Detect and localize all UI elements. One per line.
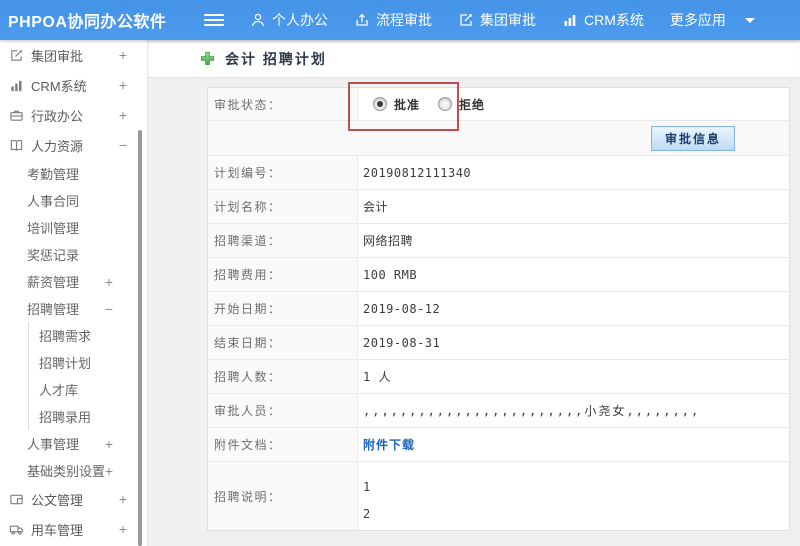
sidebar-item-crm[interactable]: CRM系统 + [0, 70, 147, 100]
row-approvers: 审批人员： ,,,,,,,,,,,,,,,,,,,,,,,,小尧女,,,,,,,… [208, 394, 789, 428]
nav-workflow-approval[interactable]: 流程审批 [354, 10, 432, 30]
main-content: 会计 招聘计划 审批状态： 批准 拒绝 审批信息 计划编号： 201908121… [148, 40, 800, 546]
expand-icon[interactable]: + [105, 463, 113, 479]
sidebar-item-attendance[interactable]: 考勤管理 [0, 160, 147, 187]
collapse-icon[interactable]: − [119, 137, 127, 153]
workflow-icon [354, 12, 370, 28]
attachment-download-link[interactable]: 附件下载 [363, 436, 415, 453]
expand-icon[interactable]: + [119, 521, 127, 537]
expand-icon[interactable]: + [105, 274, 113, 290]
briefcase-icon [9, 108, 24, 123]
expand-icon[interactable]: + [119, 107, 127, 123]
radio-approve[interactable]: 批准 [373, 96, 420, 113]
bar-chart-icon [9, 78, 24, 93]
plan-number-value: 20190812111340 [363, 165, 472, 180]
expand-icon[interactable]: + [119, 491, 127, 507]
sidebar-item-hr-contract[interactable]: 人事合同 [0, 187, 147, 214]
sidebar-item-recruit-hire[interactable]: 招聘录用 [29, 403, 147, 430]
nav-label: 更多应用 [669, 12, 726, 28]
row-approval-status: 审批状态： 批准 拒绝 [208, 88, 789, 121]
sidebar-scrollbar[interactable] [138, 130, 142, 546]
truck-icon [9, 522, 24, 537]
nav-label: 集团审批 [480, 12, 536, 28]
app-logo: PHPOA协同办公软件 [8, 14, 167, 31]
sidebar-item-group-approval[interactable]: 集团审批 + [0, 40, 147, 70]
approve-info-button[interactable]: 审批信息 [650, 125, 735, 151]
nav-crm-system[interactable]: CRM系统 [562, 10, 644, 30]
top-navigation: 个人办公 流程审批 集团审批 CRM系统 更多应用 [224, 10, 755, 30]
sidebar-item-recruit-mgmt[interactable]: 招聘管理 − [0, 295, 147, 322]
row-headcount: 招聘人数： 1 人 [208, 360, 789, 394]
nav-group-approval[interactable]: 集团审批 [458, 10, 536, 30]
edit-icon [458, 12, 474, 28]
approval-status-radio-group: 批准 拒绝 [363, 96, 485, 113]
radio-button-unchecked-icon[interactable] [438, 97, 453, 111]
row-recruit-cost: 招聘费用： 100 RMB [208, 258, 789, 292]
sidebar-item-document-mgmt[interactable]: 公文管理 + [0, 484, 147, 514]
nav-label: CRM系统 [584, 12, 644, 28]
collapse-icon[interactable]: − [105, 301, 113, 317]
topbar: PHPOA协同办公软件 个人办公 流程审批 集团审批 CRM系统 更多应用 [0, 0, 800, 40]
sidebar-item-hr[interactable]: 人力资源 − [0, 130, 147, 160]
radio-reject[interactable]: 拒绝 [438, 96, 485, 113]
nav-label: 流程审批 [376, 12, 432, 28]
detail-form-panel: 审批状态： 批准 拒绝 审批信息 计划编号： 20190812111340 计划… [207, 87, 790, 531]
row-plan-number: 计划编号： 20190812111340 [208, 156, 789, 190]
sidebar-item-talent-pool[interactable]: 人才库 [29, 376, 147, 403]
edit-square-icon [9, 48, 24, 63]
recruit-submenu: 招聘需求 招聘计划 人才库 招聘录用 [28, 322, 147, 430]
expand-icon[interactable]: + [119, 47, 127, 63]
app-window: PHPOA协同办公软件 个人办公 流程审批 集团审批 CRM系统 更多应用 集团… [0, 0, 800, 546]
sidebar-item-admin-office[interactable]: 行政办公 + [0, 100, 147, 130]
caret-down-icon [744, 17, 755, 23]
sidebar-item-vehicle-mgmt[interactable]: 用车管理 + [0, 514, 147, 544]
nav-more-apps[interactable]: 更多应用 [670, 10, 755, 30]
recruit-cost-value: 100 RMB [363, 267, 418, 282]
sidebar-item-training[interactable]: 培训管理 [0, 214, 147, 241]
user-icon [250, 12, 266, 28]
nav-label: 个人办公 [272, 12, 328, 28]
start-date-value: 2019-08-12 [363, 301, 441, 316]
radio-button-checked-icon[interactable] [373, 97, 387, 111]
end-date-value: 2019-08-31 [363, 335, 441, 350]
row-attachment: 附件文档： 附件下载 [208, 428, 789, 462]
sidebar: 集团审批 + CRM系统 + 行政办公 + 人力资源 − 考勤管理 人事合同 培… [0, 40, 148, 546]
row-plan-name: 计划名称： 会计 [208, 190, 789, 224]
expand-icon[interactable]: + [105, 436, 113, 452]
add-plus-icon [200, 51, 215, 66]
sidebar-item-salary[interactable]: 薪资管理 + [0, 268, 147, 295]
bar-chart-icon [562, 12, 578, 28]
headcount-value: 1 人 [363, 370, 391, 384]
row-recruit-channel: 招聘渠道： 网络招聘 [208, 224, 789, 258]
recruit-channel-value: 网络招聘 [363, 234, 414, 248]
sidebar-item-recruit-plan[interactable]: 招聘计划 [29, 349, 147, 376]
description-line: 2 [363, 507, 371, 521]
hamburger-menu-icon[interactable] [204, 14, 224, 26]
plan-name-value: 会计 [363, 200, 389, 214]
expand-icon[interactable]: + [119, 77, 127, 93]
page-title-bar: 会计 招聘计划 [148, 40, 800, 78]
row-start-date: 开始日期： 2019-08-12 [208, 292, 789, 326]
sidebar-item-base-category[interactable]: 基础类别设置 + [0, 457, 147, 484]
description-line: 1 [363, 480, 371, 494]
book-icon [9, 138, 24, 153]
row-end-date: 结束日期： 2019-08-31 [208, 326, 789, 360]
nav-personal-office[interactable]: 个人办公 [250, 10, 328, 30]
row-approve-action: 审批信息 [208, 121, 789, 156]
field-label: 审批状态： [208, 88, 358, 120]
row-description: 招聘说明： 1 2 [208, 462, 789, 530]
sidebar-item-recruit-demand[interactable]: 招聘需求 [29, 322, 147, 349]
sidebar-item-personnel-mgmt[interactable]: 人事管理 + [0, 430, 147, 457]
sidebar-item-rewards[interactable]: 奖惩记录 [0, 241, 147, 268]
approvers-value: ,,,,,,,,,,,,,,,,,,,,,,,,小尧女,,,,,,,, [363, 404, 701, 418]
page-title: 会计 招聘计划 [225, 50, 327, 67]
document-icon [9, 492, 24, 507]
